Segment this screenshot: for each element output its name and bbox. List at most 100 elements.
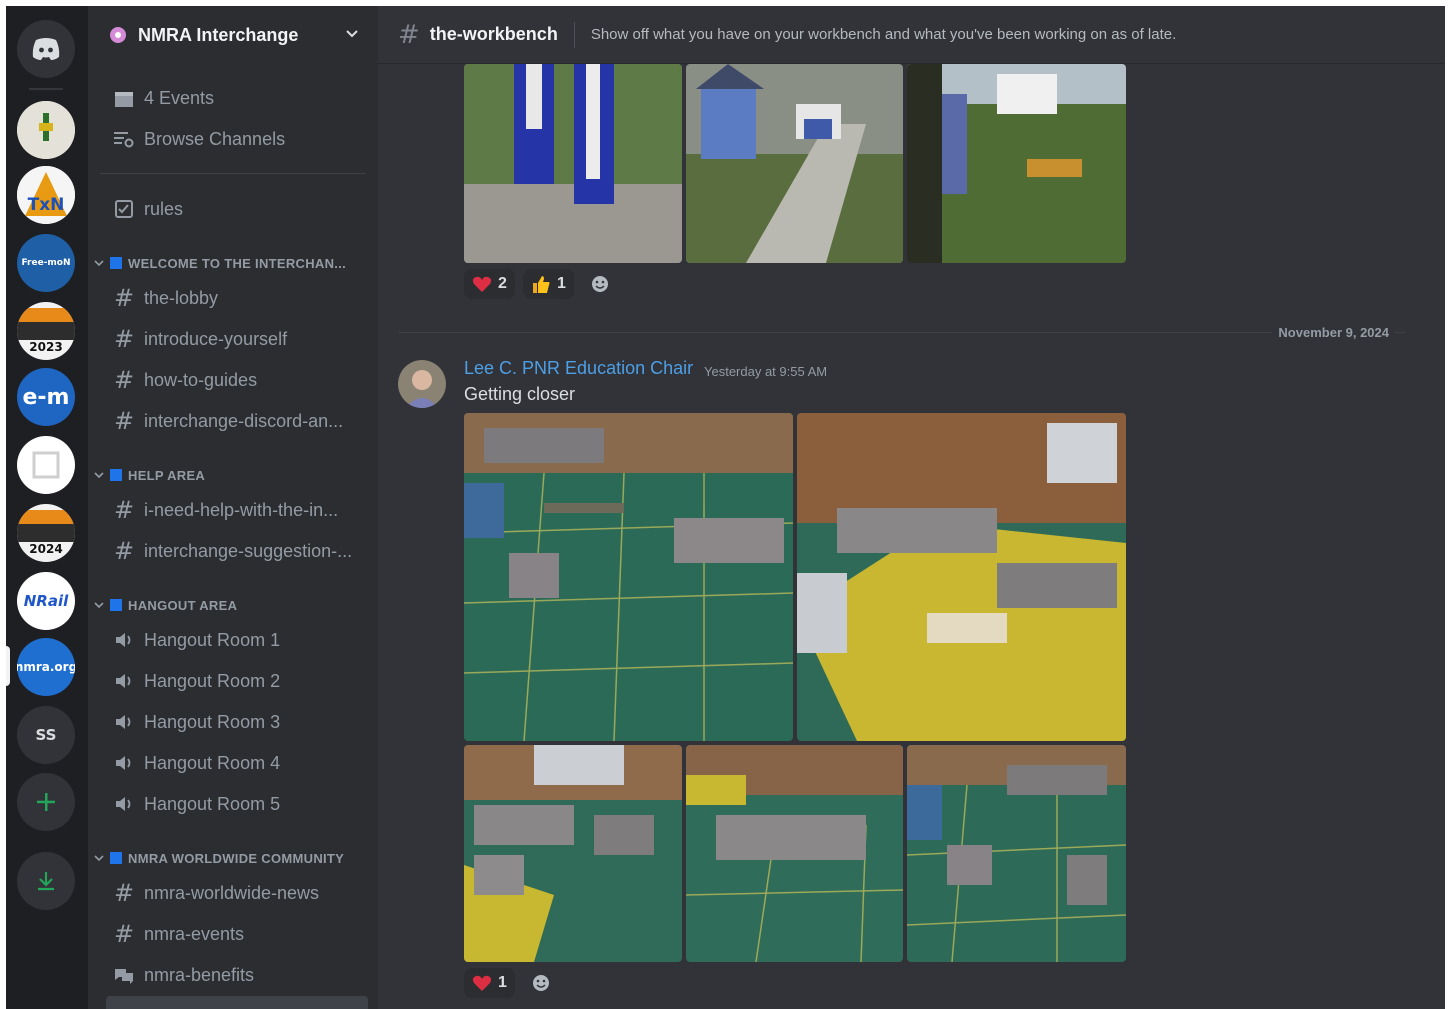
category-label: HELP AREA	[128, 467, 206, 483]
category-label: HANGOUT AREA	[128, 597, 238, 613]
attachment-image[interactable]	[464, 745, 682, 962]
hash-icon: #	[113, 366, 135, 394]
chevron-down-icon[interactable]	[344, 26, 360, 42]
hash-thread-icon: #	[398, 19, 420, 50]
channel-title: the-workbench	[429, 24, 558, 44]
reaction-heart[interactable]: 2	[464, 269, 515, 299]
guild-name: NMRA Interchange	[138, 24, 299, 45]
server-rail: TxN Free-moN 2023 e-m 2024 NRail nmra.or…	[6, 6, 88, 1009]
voice-hangout-room-1[interactable]: Hangout Room 1	[106, 622, 368, 658]
server-nrail[interactable]: NRail	[17, 572, 75, 630]
workbench-photo-8	[907, 745, 1126, 962]
server-2024[interactable]: 2024	[17, 504, 75, 562]
reaction-count: 2	[498, 275, 507, 292]
channel-label: nmra-worldwide-news	[144, 882, 320, 903]
channel-rules-label: rules	[144, 198, 184, 219]
server-free-mon[interactable]: Free-moN	[17, 234, 75, 292]
channel-interchange-suggestion[interactable]: # interchange-suggestion-...	[106, 533, 368, 569]
chevron-down-icon	[94, 855, 104, 862]
browse-channels-item[interactable]: Browse Channels	[106, 121, 368, 157]
voice-hangout-room-3[interactable]: Hangout Room 3	[106, 704, 368, 740]
attachment-image[interactable]	[686, 64, 903, 263]
calendar-icon	[110, 84, 138, 112]
chevron-down-icon	[94, 472, 104, 479]
channel-label: nmra-benefits	[144, 964, 255, 985]
category-welcome[interactable]: WELCOME TO THE INTERCHAN...	[94, 253, 346, 273]
workbench-photo-7	[686, 745, 903, 962]
channel-how-to-guides[interactable]: # how-to-guides	[106, 362, 368, 398]
server-p[interactable]	[17, 101, 75, 159]
avatar-image	[398, 360, 446, 408]
heart-icon	[472, 276, 492, 292]
attachment-image[interactable]	[907, 745, 1126, 962]
server-2023[interactable]: 2023	[17, 302, 75, 360]
channel-the-lobby[interactable]: # the-lobby	[106, 280, 368, 316]
channel-header: # the-workbench Show off what you have o…	[378, 6, 1445, 64]
channel-nmra-events[interactable]: # nmra-events	[106, 916, 368, 952]
add-reaction-button[interactable]	[526, 968, 556, 998]
attachment-image[interactable]	[464, 413, 793, 741]
avatar[interactable]	[398, 360, 446, 408]
plus-icon	[37, 793, 55, 811]
category-help-area[interactable]: HELP AREA	[94, 465, 205, 485]
hash-thread-icon: #	[113, 325, 135, 353]
voice-hangout-room-4[interactable]: Hangout Room 4	[106, 745, 368, 781]
channel-interchange-discord-an[interactable]: # interchange-discord-an...	[106, 403, 368, 439]
server-2023-label: 2023	[29, 340, 63, 354]
category-hangout-area[interactable]: HANGOUT AREA	[94, 595, 237, 615]
reaction-thumbs-up[interactable]: 1	[523, 269, 574, 299]
attachment-image[interactable]	[907, 64, 1126, 263]
channel-label: Hangout Room 5	[144, 793, 281, 814]
heart-icon	[472, 975, 492, 991]
server-e-icon	[32, 451, 60, 479]
server-e-m[interactable]: e-m	[17, 368, 75, 426]
category-nmra-worldwide[interactable]: NMRA WORLDWIDE COMMUNITY	[94, 848, 344, 868]
server-txn[interactable]: TxN	[17, 166, 75, 224]
speaker-icon	[110, 626, 138, 654]
message-text: Getting closer	[464, 384, 576, 404]
reaction-count: 1	[557, 275, 566, 292]
channel-nmra-benefits[interactable]: nmra-benefits	[106, 957, 368, 993]
channel-label: Hangout Room 1	[144, 629, 281, 650]
reaction-heart[interactable]: 1	[464, 968, 515, 998]
download-apps-button[interactable]	[17, 852, 75, 910]
speaker-icon	[110, 790, 138, 818]
guild-header[interactable]: NMRA Interchange	[88, 6, 378, 64]
message-author[interactable]: Lee C. PNR Education Chair	[464, 358, 693, 379]
discord-home-button[interactable]	[17, 20, 75, 78]
channel-the-workbench-selected[interactable]	[106, 996, 368, 1009]
server-ss[interactable]: SS	[17, 706, 75, 764]
attachment-image[interactable]	[464, 64, 682, 263]
svg-text:TxN: TxN	[28, 195, 65, 215]
channel-i-need-help[interactable]: # i-need-help-with-the-in...	[106, 492, 368, 528]
events-item[interactable]: 4 Events	[106, 80, 368, 116]
voice-hangout-room-2[interactable]: Hangout Room 2	[106, 663, 368, 699]
channel-topic[interactable]: Show off what you have on your workbench…	[591, 26, 1176, 43]
add-reaction-button[interactable]	[585, 269, 615, 299]
server-e[interactable]	[17, 436, 75, 494]
speaker-icon	[110, 708, 138, 736]
server-nmra-org[interactable]: nmra.org	[17, 638, 75, 696]
category-square-icon	[110, 257, 122, 269]
workbench-photo-4	[464, 413, 793, 741]
channel-label: Hangout Room 4	[144, 752, 281, 773]
server-2024-label: 2024	[29, 542, 63, 556]
active-server-pill	[6, 646, 10, 686]
channel-introduce-yourself[interactable]: # introduce-yourself	[106, 321, 368, 357]
server-nrail-label: NRail	[23, 592, 69, 610]
channel-nmra-worldwide-news[interactable]: # nmra-worldwide-news	[106, 875, 368, 911]
chevron-down-icon	[94, 602, 104, 609]
voice-hangout-room-5[interactable]: Hangout Room 5	[106, 786, 368, 822]
add-reaction-icon	[592, 276, 608, 292]
category-label: NMRA WORLDWIDE COMMUNITY	[128, 850, 345, 866]
channel-rules[interactable]: rules	[106, 191, 368, 227]
workbench-photo-5	[797, 413, 1126, 741]
add-reaction-icon	[533, 975, 549, 991]
category-label: WELCOME TO THE INTERCHAN...	[128, 255, 347, 271]
attachment-image[interactable]	[686, 745, 903, 962]
attachment-image[interactable]	[797, 413, 1126, 741]
channel-label: introduce-yourself	[144, 328, 288, 349]
category-square-icon	[110, 599, 122, 611]
add-server-button[interactable]	[17, 773, 75, 831]
speaker-icon	[110, 749, 138, 777]
